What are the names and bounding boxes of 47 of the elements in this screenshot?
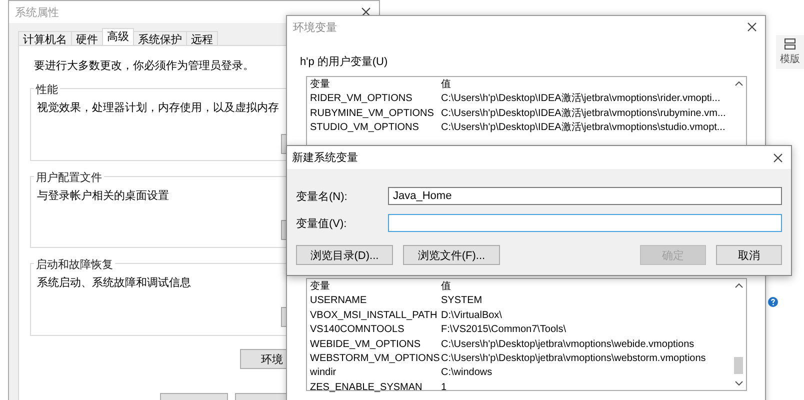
table-cell-text: USERNAME bbox=[310, 294, 368, 308]
dialog-button[interactable]: 浏览文件(F)... bbox=[403, 245, 500, 265]
table-cell-text: D:\VirtualBox\ bbox=[441, 308, 502, 323]
table-cell-text: C:\Users\h'p\Desktop\jetbra\vmoptions\webstorm.vmoptions bbox=[441, 352, 706, 366]
tab[interactable]: 硬件 bbox=[71, 31, 103, 45]
table-cell: C:\Users\h'p\Desktop\jetbra\vmoptions\webide.vmoptions bbox=[441, 338, 694, 352]
column-header[interactable]: 变量 bbox=[310, 78, 441, 92]
group-description: 与登录帐户相关的桌面设置 bbox=[37, 188, 169, 203]
input-field[interactable]: Java_Home bbox=[388, 187, 782, 205]
table-cell-text: WEBSTORM_VM_OPTIONS bbox=[310, 352, 441, 366]
environment-variables-button[interactable]: 环境 bbox=[240, 349, 286, 369]
tab[interactable]: 远程 bbox=[186, 31, 218, 45]
field-label: 变量值(V): bbox=[296, 216, 348, 230]
dialog-title: 新建系统变量 bbox=[292, 150, 358, 165]
tab[interactable]: 高级 bbox=[102, 28, 134, 45]
tab[interactable]: 系统保护 bbox=[133, 31, 187, 45]
tab[interactable]: 计算机名 bbox=[18, 31, 72, 45]
table-cell-text: C:\Users\h'p\Desktop\IDEA激活\jetbra\vmoptions\rider.vmopti... bbox=[441, 92, 720, 106]
dialog-button[interactable]: 取消 bbox=[716, 245, 782, 265]
table-cell-text: SYSTEM bbox=[441, 294, 482, 308]
table-cell-text: RUBYMINE_VM_OPTIONS bbox=[310, 106, 435, 121]
table-cell-text: VS140COMNTOOLS bbox=[310, 323, 406, 338]
group-title: 用户配置文件 bbox=[34, 170, 104, 185]
table-cell-text: 1 bbox=[441, 380, 447, 395]
window-title: 系统属性 bbox=[15, 6, 59, 20]
table-cell-text: C:\Users\h'p\Desktop\IDEA激活\jetbra\vmoptions\rubymine.vm... bbox=[441, 106, 726, 121]
table-cell-text: windir bbox=[310, 366, 338, 380]
table-cell-text: ZES_ENABLE_SYSMAN bbox=[310, 380, 424, 395]
table-cell-text: WEBIDE_VM_OPTIONS bbox=[310, 338, 422, 352]
group-description: 视觉效果，处理器计划，内存使用，以及虚拟内存 bbox=[37, 100, 279, 115]
group-title: 性能 bbox=[34, 82, 60, 97]
table-cell-text: VBOX_MSI_INSTALL_PATH bbox=[310, 308, 438, 323]
admin-notice: 要进行大多数更改，你必须作为管理员登录。 bbox=[34, 58, 254, 73]
group-description: 系统启动、系统故障和调试信息 bbox=[37, 276, 191, 290]
window-title: 环境变量 bbox=[293, 20, 337, 34]
table-cell-text: STUDIO_VM_OPTIONS bbox=[310, 121, 420, 136]
table-cell-text: C:\windows bbox=[441, 366, 492, 380]
table-cell-text: F:\VS2015\Common7\Tools\ bbox=[441, 323, 566, 338]
dialog-button[interactable]: 浏览目录(D)... bbox=[296, 245, 393, 265]
group-title: 启动和故障恢复 bbox=[34, 257, 115, 272]
table-cell-text: C:\Users\h'p\Desktop\IDEA激活\jetbra\vmoptions\studio.vmopt... bbox=[441, 121, 726, 136]
table-cell-text: RIDER_VM_OPTIONS bbox=[310, 92, 414, 106]
field-label: 变量名(N): bbox=[296, 190, 348, 204]
column-header[interactable]: 值 bbox=[441, 280, 451, 294]
column-header[interactable]: 值 bbox=[441, 78, 451, 92]
group-title: h'p 的用户变量(U) bbox=[300, 54, 389, 69]
column-header[interactable]: 变量 bbox=[310, 280, 441, 294]
